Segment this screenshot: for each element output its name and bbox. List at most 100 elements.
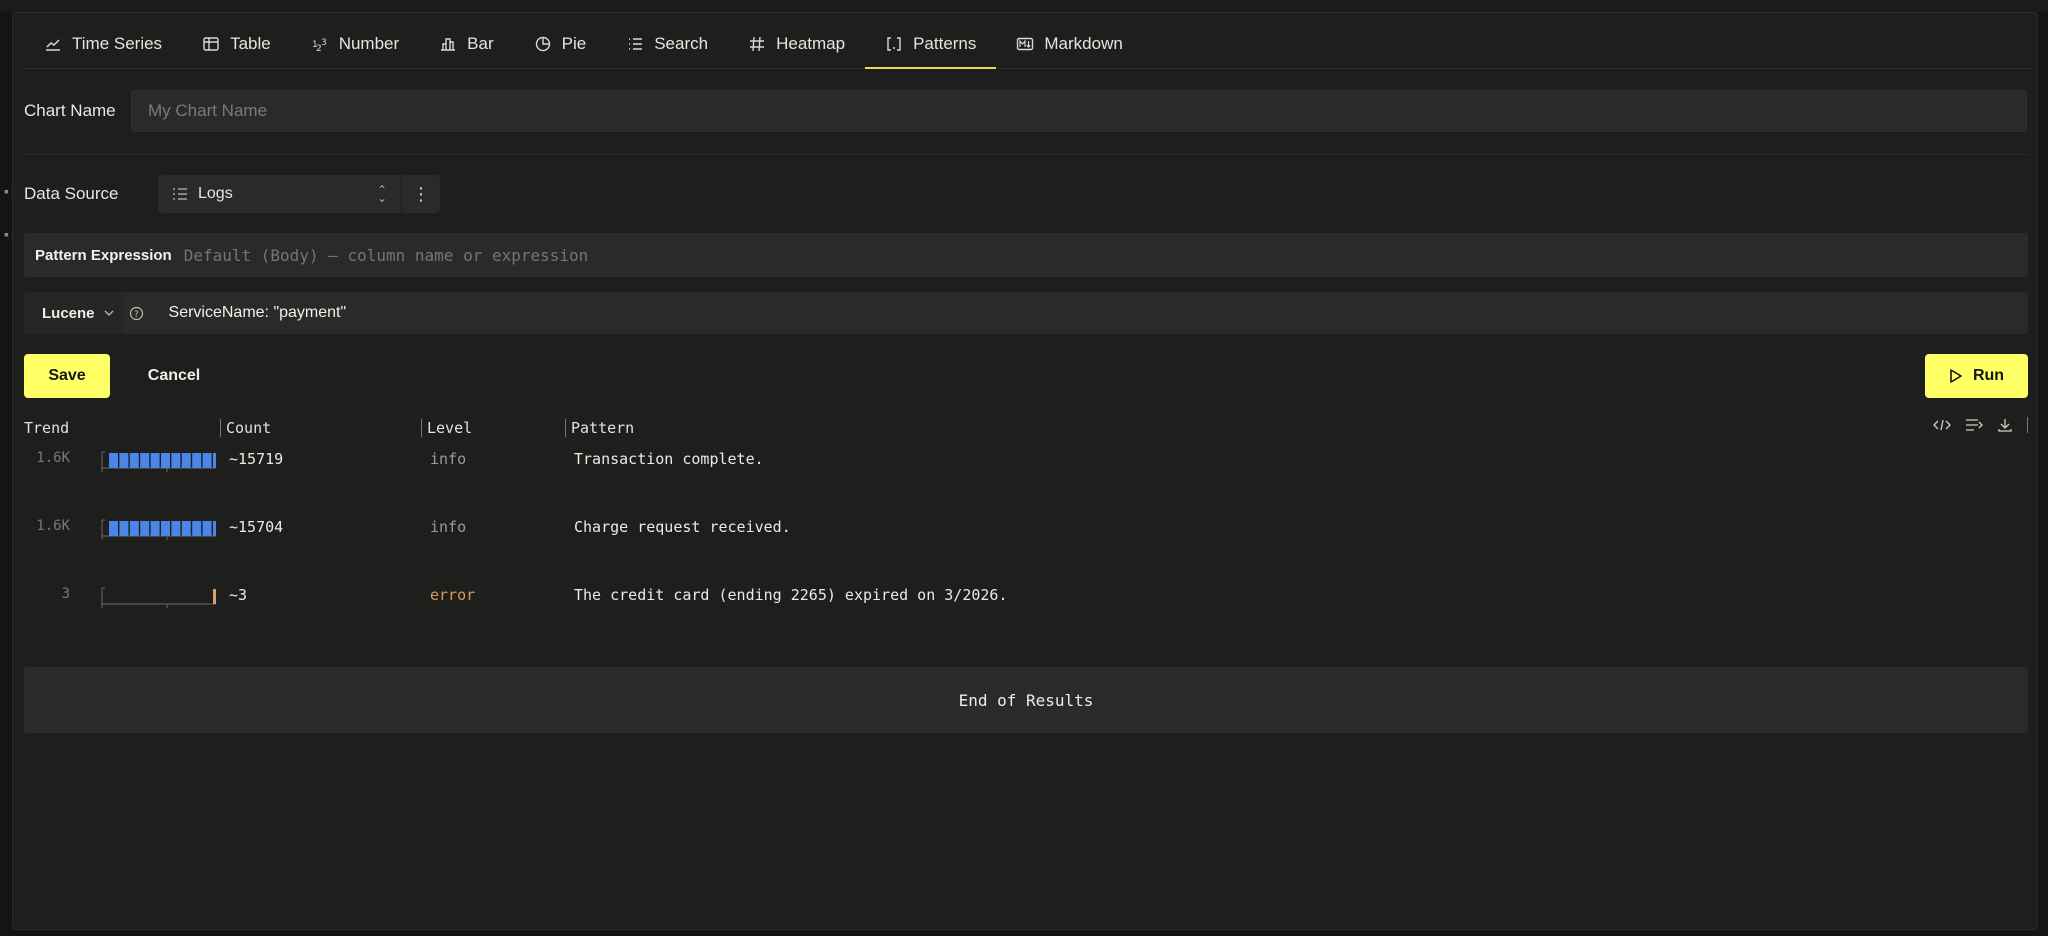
row-level: error	[430, 586, 476, 604]
number-icon: 123	[312, 38, 327, 53]
tab-heatmap[interactable]: Heatmap	[728, 20, 865, 68]
sparkline-bar	[202, 521, 212, 536]
run-button[interactable]: Run	[1925, 354, 2028, 398]
backdrop	[0, 0, 2048, 12]
sparkline-bar	[129, 453, 139, 468]
sparkline-bar	[109, 453, 118, 468]
pattern-expression-input[interactable]	[183, 233, 2028, 277]
results-table-header: Trend Count Level Pattern	[24, 417, 2028, 439]
sparkline-bar	[119, 521, 129, 536]
row-pattern: Transaction complete.	[574, 450, 764, 468]
brackets-icon	[887, 37, 901, 51]
sparkline-bar	[192, 521, 202, 536]
query-language-select[interactable]: Lucene	[24, 292, 125, 334]
sparkline-y-axis	[101, 451, 105, 468]
svg-text:?: ?	[134, 310, 139, 320]
tab-label: Search	[654, 34, 709, 53]
row-level: info	[430, 450, 467, 468]
column-header-level[interactable]: Level	[420, 419, 472, 437]
svg-text:3: 3	[321, 38, 327, 48]
section-divider	[24, 154, 2028, 155]
sparkline-x-axis	[101, 603, 216, 608]
sparkline-bar	[140, 453, 150, 468]
end-of-results: End of Results	[24, 667, 2028, 733]
tab-patterns[interactable]: Patterns	[865, 20, 997, 69]
sparkline-bar	[140, 521, 150, 536]
row-count: ~15719	[229, 450, 284, 468]
background-fragment: ▪	[4, 226, 9, 242]
sparkline-bar	[161, 521, 170, 536]
table-row[interactable]: 1.6K ~15704 info Charge request received…	[24, 516, 2004, 556]
tab-pie[interactable]: Pie	[514, 20, 607, 68]
sparkline-bar	[171, 521, 181, 536]
wrap-lines-icon[interactable]	[1965, 418, 1983, 432]
download-icon[interactable]	[1997, 417, 2013, 433]
query-input[interactable]: ServiceName: "payment"	[169, 304, 347, 322]
column-header-count[interactable]: Count	[219, 419, 271, 437]
table-row[interactable]: 1.6K ~15719 info Transaction complete.	[24, 448, 2004, 488]
sparkline-y-axis	[101, 587, 105, 604]
tab-label: Patterns	[913, 34, 977, 53]
tab-label: Bar	[467, 34, 494, 53]
sparkline-bar	[213, 589, 216, 604]
pattern-expression-row: Pattern Expression	[24, 233, 2028, 277]
data-source-select[interactable]: Logs ⌃ ⌄ ⋮	[158, 175, 440, 213]
tab-time-series[interactable]: Time Series	[24, 20, 182, 68]
trend-sparkline	[101, 587, 216, 608]
chart-name-input[interactable]	[131, 90, 2027, 132]
chart-type-tabs: Time Series Table 123 Number Bar Pie Sea…	[24, 20, 2032, 69]
background-fragment: ▪	[4, 183, 9, 199]
table-row[interactable]: 3 ~3 error The credit card (ending 2265)…	[24, 584, 2004, 624]
sparkline-bar	[150, 521, 160, 536]
pattern-expression-label: Pattern Expression	[35, 246, 172, 264]
tab-bar[interactable]: Bar	[419, 20, 513, 68]
data-source-label: Data Source	[24, 184, 119, 203]
cancel-button[interactable]: Cancel	[130, 354, 218, 398]
sparkline-bar	[202, 453, 212, 468]
query-row: Lucene ? ServiceName: "payment"	[24, 292, 2028, 334]
help-icon[interactable]: ?	[125, 306, 149, 321]
sparkline-y-axis	[101, 519, 105, 536]
sparkline-bar	[161, 453, 170, 468]
row-pattern: Charge request received.	[574, 518, 791, 536]
column-header-pattern[interactable]: Pattern	[564, 419, 634, 437]
save-button[interactable]: Save	[24, 354, 110, 398]
sparkline-bar	[181, 521, 191, 536]
tab-table[interactable]: Table	[182, 20, 291, 68]
trend-max: 1.6K	[36, 518, 70, 534]
more-options-icon[interactable]: ⋮	[402, 184, 440, 205]
row-pattern: The credit card (ending 2265) expired on…	[574, 586, 1008, 604]
query-language-value: Lucene	[42, 304, 95, 322]
tab-markdown[interactable]: Markdown	[996, 20, 1142, 68]
tab-number[interactable]: 123 Number	[291, 20, 419, 68]
run-label: Run	[1972, 367, 2005, 384]
tab-label: Table	[230, 34, 271, 53]
sparkline-x-axis	[101, 467, 216, 472]
sparkline-bar	[129, 521, 139, 536]
trend-sparkline	[101, 519, 216, 540]
column-header-trend[interactable]: Trend	[24, 419, 69, 437]
line-chart-icon	[46, 39, 60, 51]
trend-sparkline	[101, 451, 216, 472]
sparkline-bar	[119, 453, 129, 468]
play-icon	[1950, 369, 1962, 383]
chevron-updown-icon: ⌃ ⌄	[376, 183, 387, 205]
sparkline-x-axis	[101, 535, 216, 540]
row-level: info	[430, 518, 467, 536]
chevron-down-icon	[104, 310, 113, 316]
sparkline-bar	[181, 453, 191, 468]
code-icon[interactable]	[1933, 418, 1951, 432]
tab-label: Pie	[561, 34, 587, 53]
data-source-dropdown[interactable]: Logs ⌃ ⌄	[158, 175, 402, 213]
tab-label: Markdown	[1044, 34, 1123, 53]
tab-label: Number	[338, 34, 400, 53]
hash-icon	[750, 36, 765, 52]
sparkline-bar	[192, 453, 202, 468]
sparkline-bar	[150, 453, 160, 468]
list-icon	[173, 188, 187, 200]
list-icon	[629, 38, 643, 50]
toolbar-divider	[2027, 417, 2028, 433]
chart-name-label: Chart Name	[24, 101, 116, 120]
row-count: ~15704	[229, 518, 284, 536]
tab-search[interactable]: Search	[606, 20, 728, 68]
